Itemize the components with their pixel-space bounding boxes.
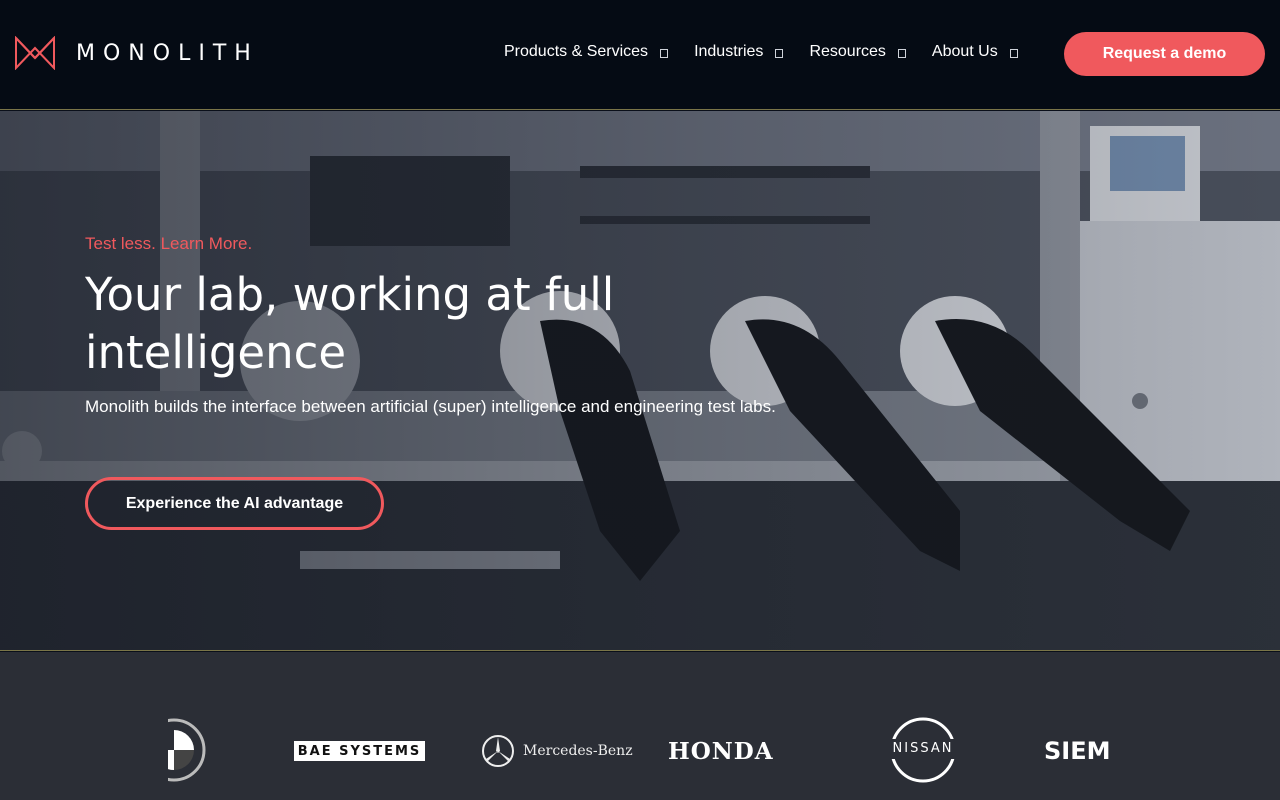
chevron-down-icon — [775, 48, 784, 58]
hero-eyebrow: Test less. Learn More. — [85, 234, 253, 253]
nav-resources[interactable]: Resources — [809, 43, 906, 61]
request-demo-button[interactable]: Request a demo — [1064, 32, 1265, 76]
mercedes-star-icon — [482, 735, 514, 767]
brand-name: MONOLITH — [76, 40, 259, 66]
nav-item-label: Resources — [809, 43, 886, 60]
nav-item-label: About Us — [931, 43, 998, 60]
chevron-down-icon — [897, 48, 906, 58]
nav-products-services[interactable]: Products & Services — [504, 43, 669, 61]
nav-item-label: Industries — [694, 43, 764, 60]
chevron-down-icon — [660, 48, 669, 58]
hero-section: Test less. Learn More. Your lab, working… — [0, 111, 1280, 651]
nav-item-label: Products & Services — [504, 43, 649, 60]
nav-industries[interactable]: Industries — [694, 43, 784, 61]
brand-logo[interactable]: MONOLITH — [14, 36, 259, 70]
mercedes-benz-logo: Mercedes-Benz — [481, 733, 633, 769]
nissan-logo: NISSAN — [881, 716, 965, 784]
monolith-logo-icon — [15, 36, 55, 70]
bmw-roundel-icon — [168, 718, 206, 782]
main-nav: Products & Services Industries Resources… — [504, 43, 1018, 61]
hero-subhead: Monolith builds the interface between ar… — [85, 397, 776, 416]
nissan-wordmark: NISSAN — [881, 739, 965, 759]
siemens-logo: SIEMENS — [1044, 737, 1110, 765]
hero-headline: Your lab, working at full intelligence — [85, 268, 615, 379]
bmw-logo — [168, 716, 208, 784]
chevron-down-icon — [1009, 48, 1018, 58]
honda-logo: HONDA — [668, 738, 774, 765]
customer-logos: BAE SYSTEMS Mercedes-Benz HONDA NISSAN S… — [0, 652, 1280, 800]
nav-about-us[interactable]: About Us — [932, 43, 1018, 61]
bae-systems-logo: BAE SYSTEMS — [294, 741, 425, 761]
experience-ai-button[interactable]: Experience the AI advantage — [85, 477, 384, 530]
mercedes-benz-wordmark: Mercedes-Benz — [523, 743, 633, 759]
site-header: MONOLITH Products & Services Industries … — [0, 0, 1280, 110]
